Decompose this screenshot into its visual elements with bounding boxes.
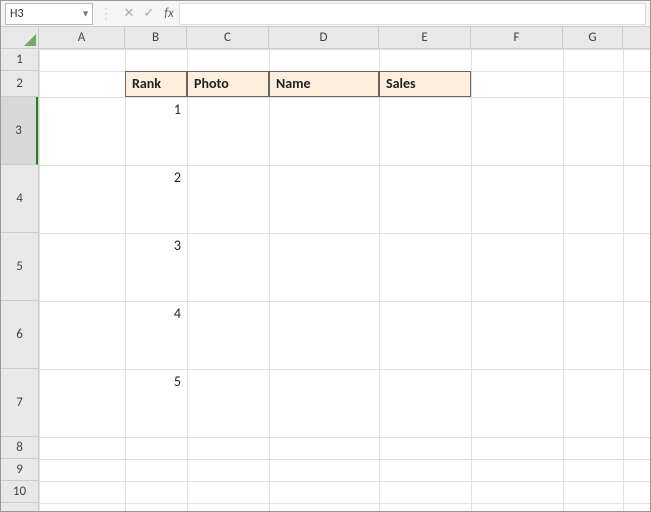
cells-area[interactable]: RankPhotoNameSales 12345 [39, 49, 650, 511]
row-header-3[interactable]: 3 [1, 97, 38, 165]
header-rank[interactable]: Rank [125, 71, 187, 97]
row-header-1[interactable]: 1 [1, 49, 38, 71]
row-header-2[interactable]: 2 [1, 71, 38, 97]
spreadsheet-area: ABCDEFG 12345678910 RankPhotoNameSales12… [1, 27, 650, 511]
rank-cell-1[interactable]: 1 [125, 97, 187, 165]
row-header-6[interactable]: 6 [1, 301, 38, 369]
row-header-10[interactable]: 10 [1, 481, 38, 503]
row-header-8[interactable]: 8 [1, 437, 38, 459]
header-sales[interactable]: Sales [379, 71, 471, 97]
column-header-D[interactable]: D [269, 27, 379, 48]
column-header-E[interactable]: E [379, 27, 471, 48]
row-header-7[interactable]: 7 [1, 369, 38, 437]
separator: ⋮ [99, 5, 113, 22]
formula-input[interactable] [179, 3, 646, 25]
row-header-4[interactable]: 4 [1, 165, 38, 233]
column-header-B[interactable]: B [125, 27, 187, 48]
row-headers: 12345678910 [1, 49, 39, 511]
rank-cell-5[interactable]: 5 [125, 369, 187, 437]
header-photo[interactable]: Photo [187, 71, 269, 97]
formula-bar: H3 ▼ ⋮ ✕ ✓ fx [1, 1, 650, 27]
rank-cell-3[interactable]: 3 [125, 233, 187, 301]
name-box[interactable]: H3 ▼ [5, 3, 93, 25]
dropdown-icon[interactable]: ▼ [81, 8, 90, 19]
column-header-F[interactable]: F [471, 27, 563, 48]
cancel-icon: ✕ [119, 6, 139, 21]
rank-cell-2[interactable]: 2 [125, 165, 187, 233]
column-header-G[interactable]: G [563, 27, 623, 48]
header-name[interactable]: Name [269, 71, 379, 97]
fx-icon[interactable]: fx [159, 6, 179, 21]
select-all-corner[interactable] [1, 27, 39, 49]
row-header-5[interactable]: 5 [1, 233, 38, 301]
name-box-value: H3 [10, 7, 24, 21]
column-header-C[interactable]: C [187, 27, 269, 48]
column-headers: ABCDEFG [39, 27, 650, 49]
enter-icon: ✓ [139, 6, 159, 21]
column-header-A[interactable]: A [39, 27, 125, 48]
row-header-9[interactable]: 9 [1, 459, 38, 481]
rank-cell-4[interactable]: 4 [125, 301, 187, 369]
